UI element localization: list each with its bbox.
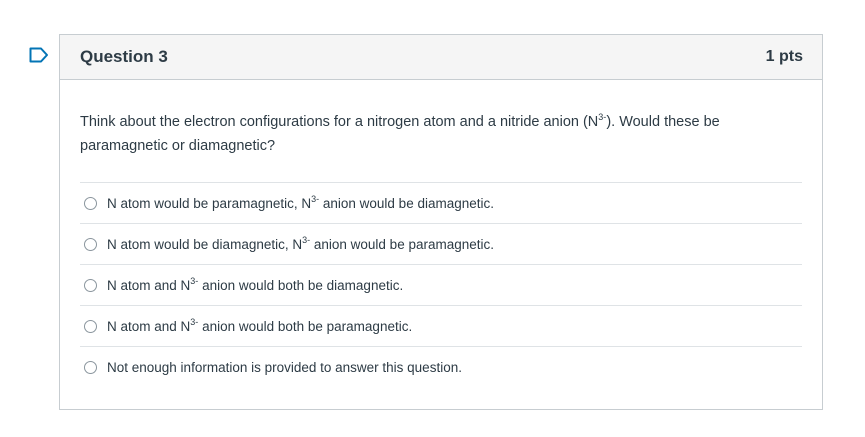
answer-label-text-after: anion would be diamagnetic. [319,195,494,211]
answer-label-text-after: anion would be paramagnetic. [310,236,494,252]
answer-label-superscript: 3- [302,234,311,245]
answer-label-text: N atom would be paramagnetic, N [107,195,312,211]
question-text: Think about the electron configurations … [80,110,802,158]
answer-option-3[interactable]: N atom and N3- anion would both be diama… [80,265,802,306]
answer-radio[interactable] [84,196,97,210]
question-card: Question 3 1 pts Think about the electro… [59,34,823,410]
question-text-before: Think about the electron configurations … [80,114,599,130]
question-points: 1 pts [765,48,803,65]
answer-label-text: Not enough information is provided to an… [107,360,462,375]
answer-label[interactable]: N atom and N3- anion would both be diama… [107,276,404,293]
answer-label-text-after: anion would both be paramagnetic. [198,318,413,334]
answer-label-text: N atom and N [107,318,191,334]
answer-list: N atom would be paramagnetic, N3- anion … [80,182,802,388]
answer-option-4[interactable]: N atom and N3- anion would both be param… [80,306,802,347]
answer-option-5[interactable]: Not enough information is provided to an… [80,347,802,388]
answer-label-text: N atom would be diamagnetic, N [107,236,303,252]
question-body: Think about the electron configurations … [60,80,822,388]
answer-label[interactable]: N atom and N3- anion would both be param… [107,317,413,334]
flag-question-icon[interactable] [29,47,49,63]
answer-label-text: N atom and N [107,277,191,293]
answer-radio[interactable] [84,237,97,251]
question-title: Question 3 [80,47,168,66]
answer-radio[interactable] [84,278,97,292]
answer-option-1[interactable]: N atom would be paramagnetic, N3- anion … [80,183,802,224]
answer-radio[interactable] [84,319,97,333]
answer-option-2[interactable]: N atom would be diamagnetic, N3- anion w… [80,224,802,265]
answer-label-text-after: anion would both be diamagnetic. [198,277,404,293]
answer-label[interactable]: Not enough information is provided to an… [107,360,462,375]
answer-label[interactable]: N atom would be diamagnetic, N3- anion w… [107,234,494,252]
question-header: Question 3 1 pts [60,35,822,80]
answer-label-superscript: 3- [311,193,320,204]
answer-radio[interactable] [84,361,97,374]
answer-label[interactable]: N atom would be paramagnetic, N3- anion … [107,193,494,211]
